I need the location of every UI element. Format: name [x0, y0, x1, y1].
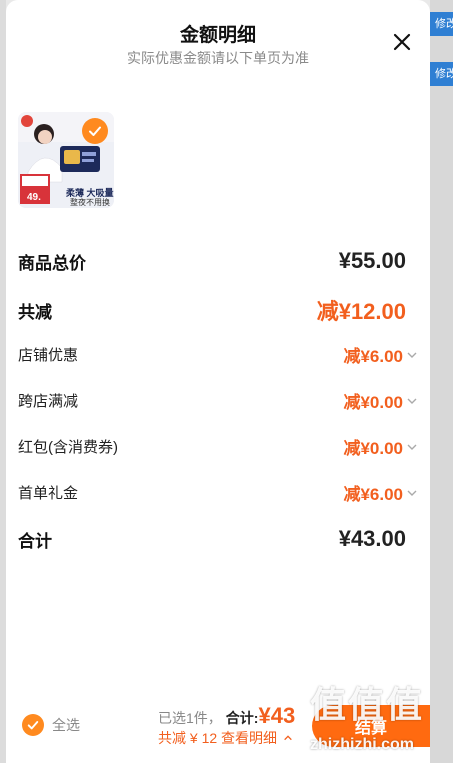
row-label: 商品总价	[18, 253, 86, 273]
background-right-strip	[430, 0, 453, 763]
view-detail-link[interactable]: 共减 ¥ 12 查看明细	[158, 728, 293, 748]
select-all-toggle[interactable]: 全选	[22, 714, 80, 736]
chevron-down-icon[interactable]	[406, 487, 418, 499]
row-goods-total: 商品总价 ¥55.00	[18, 248, 418, 274]
check-icon	[89, 126, 101, 136]
checkout-button[interactable]: 结算	[312, 705, 430, 747]
row-cross-shop-discount[interactable]: 跨店满减 减¥0.00	[18, 388, 418, 413]
amount-detail-sheet: 金额明细 实际优惠金额请以下单页为准 柔薄 大吸量 整夜不用换 49. 商品总价…	[6, 0, 430, 763]
row-red-packet[interactable]: 红包(含消费券) 减¥0.00	[18, 434, 418, 459]
row-label: 跨店满减	[18, 393, 79, 410]
order-summary: 已选1件， 合计:¥43	[158, 703, 295, 729]
row-value: 减¥12.00	[316, 299, 406, 324]
row-label: 店铺优惠	[18, 347, 79, 364]
row-value: 减¥6.00	[343, 347, 403, 366]
select-all-label: 全选	[52, 717, 80, 733]
chevron-down-icon[interactable]	[406, 441, 418, 453]
row-label: 共减	[18, 302, 52, 322]
check-icon[interactable]	[22, 714, 44, 736]
row-shop-discount[interactable]: 店铺优惠 减¥6.00	[18, 342, 418, 367]
row-value: 减¥0.00	[343, 393, 403, 412]
close-icon[interactable]	[390, 30, 414, 54]
total-label: 合计:	[225, 710, 259, 726]
sheet-subtitle: 实际优惠金额请以下单页为准	[127, 50, 309, 66]
row-label: 首单礼金	[18, 485, 79, 502]
product-image-price: 49.	[27, 192, 41, 203]
selected-count: 已选1件，	[158, 710, 222, 726]
product-image-text: 整夜不用换	[70, 198, 110, 207]
row-value: 减¥0.00	[343, 439, 403, 458]
row-first-order-gift[interactable]: 首单礼金 减¥6.00	[18, 480, 418, 505]
background-edit-button[interactable]: 修改	[430, 62, 453, 86]
row-value: ¥55.00	[338, 248, 406, 273]
row-grand-total: 合计 ¥43.00	[18, 526, 418, 552]
saving-text: 共减 ¥ 12 查看明细	[158, 730, 278, 746]
product-selected-badge[interactable]	[82, 118, 108, 144]
background-edit-button[interactable]: 修改	[430, 12, 453, 36]
chevron-down-icon[interactable]	[406, 349, 418, 361]
row-label: 合计	[18, 531, 52, 551]
chevron-up-icon	[284, 735, 292, 741]
chevron-down-icon[interactable]	[406, 395, 418, 407]
total-value: ¥43	[258, 703, 296, 728]
row-value: ¥43.00	[338, 526, 406, 551]
row-label: 红包(含消费券)	[18, 439, 118, 456]
row-value: 减¥6.00	[343, 485, 403, 504]
row-total-reduction: 共减 减¥12.00	[18, 294, 418, 326]
sheet-title: 金额明细	[179, 25, 256, 46]
